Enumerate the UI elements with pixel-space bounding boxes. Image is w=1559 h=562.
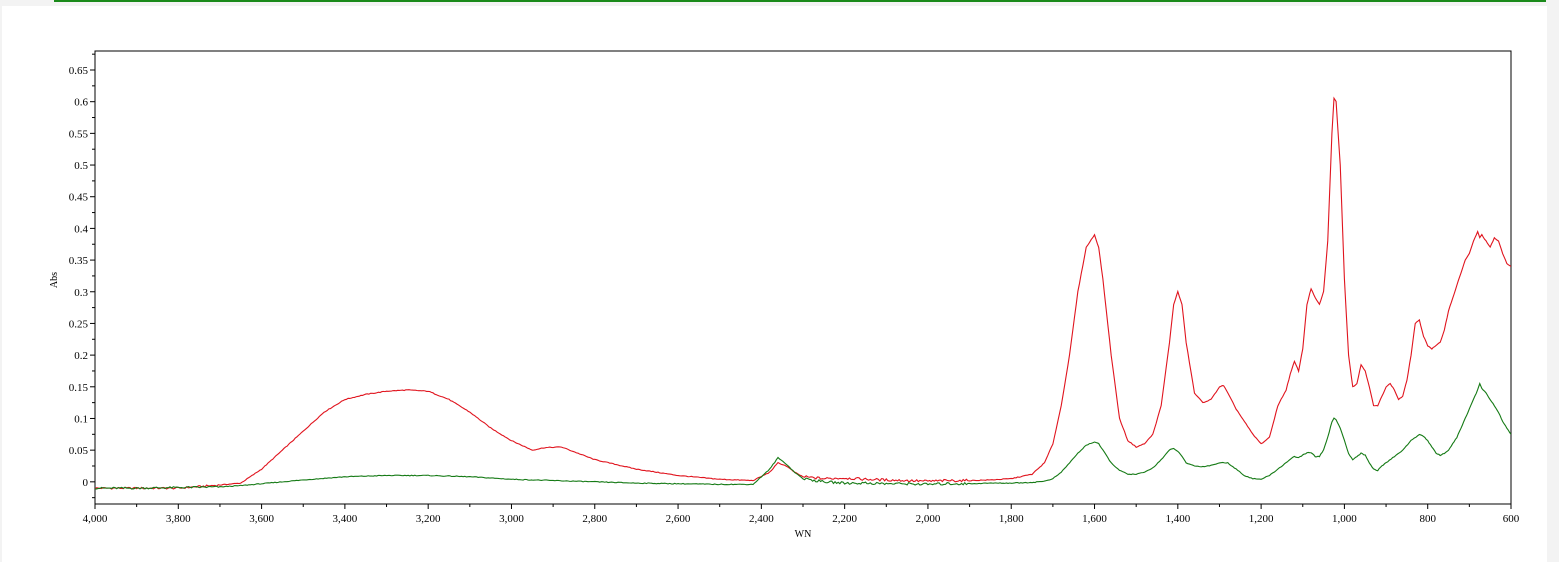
x-tick-label: 2,400	[749, 513, 774, 525]
y-tick-label: 0.65	[69, 65, 89, 77]
y-tick-label: 0.4	[74, 223, 88, 235]
x-tick-label: 3,000	[499, 513, 524, 525]
x-tick-label: 3,600	[249, 513, 274, 525]
x-tick-label: 1,200	[1249, 513, 1274, 525]
y-tick-label: 0.3	[74, 287, 88, 299]
spectrum-chart: 4,000 3,800 3,600 3,400 3,200 3,000 2,800 2,600…	[49, 50, 1520, 540]
x-axis-title: WN	[795, 529, 812, 540]
y-tick-label: 0.1	[74, 413, 88, 425]
x-tick-label: 1,600	[1082, 513, 1107, 525]
x-tick-label: 1,000	[1332, 513, 1357, 525]
x-tick-label: 600	[1503, 513, 1520, 525]
x-tick-label: 1,400	[1165, 513, 1190, 525]
x-tick-label: 4,000	[83, 513, 108, 525]
y-axis: 0 0.05 0.1 0.15 0.2 0.25 0.3 0.35 0.4 0.45 0.5 0.55…	[69, 53, 95, 499]
y-tick-label: 0.25	[69, 318, 89, 330]
y-tick-label: 0.6	[74, 97, 88, 109]
y-axis-title: Abs	[49, 272, 60, 288]
x-tick-label: 2,000	[916, 513, 941, 525]
x-tick-label: 2,600	[666, 513, 691, 525]
x-tick-label: 2,800	[582, 513, 607, 525]
y-tick-label: 0.2	[74, 350, 88, 362]
y-tick-label: 0.35	[69, 255, 89, 267]
chart-window: 4,000 3,800 3,600 3,400 3,200 3,000 2,800 2,600…	[0, 0, 1559, 562]
x-tick-label: 3,800	[166, 513, 191, 525]
x-tick-label: 800	[1419, 513, 1436, 525]
y-tick-label: 0.15	[69, 382, 89, 394]
x-tick-label: 1,800	[999, 513, 1024, 525]
x-tick-label: 3,400	[333, 513, 358, 525]
y-tick-label: 0.05	[69, 445, 89, 457]
x-tick-label: 3,200	[416, 513, 441, 525]
y-tick-label: 0.5	[74, 160, 88, 172]
y-tick-label: 0.45	[69, 192, 89, 204]
y-tick-label: 0.55	[69, 128, 89, 140]
x-axis: 4,000 3,800 3,600 3,400 3,200 3,000 2,800 2,600…	[83, 504, 1520, 525]
plot-area	[94, 50, 1512, 505]
y-tick-label: 0	[83, 477, 89, 489]
x-tick-label: 2,200	[832, 513, 857, 525]
